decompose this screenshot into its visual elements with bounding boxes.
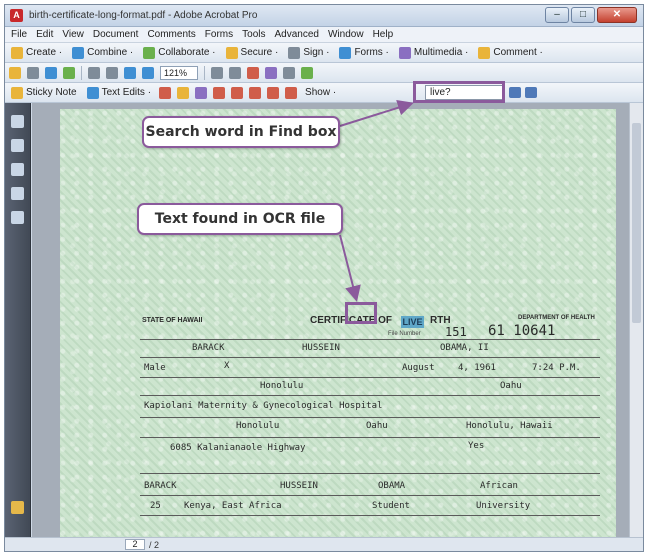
search-callout: Search word in Find box (142, 116, 340, 148)
found-callout-arrow (339, 234, 361, 302)
callout-arrows (339, 99, 414, 302)
search-callout-arrow (339, 99, 414, 127)
found-callout: Text found in OCR file (137, 203, 343, 235)
